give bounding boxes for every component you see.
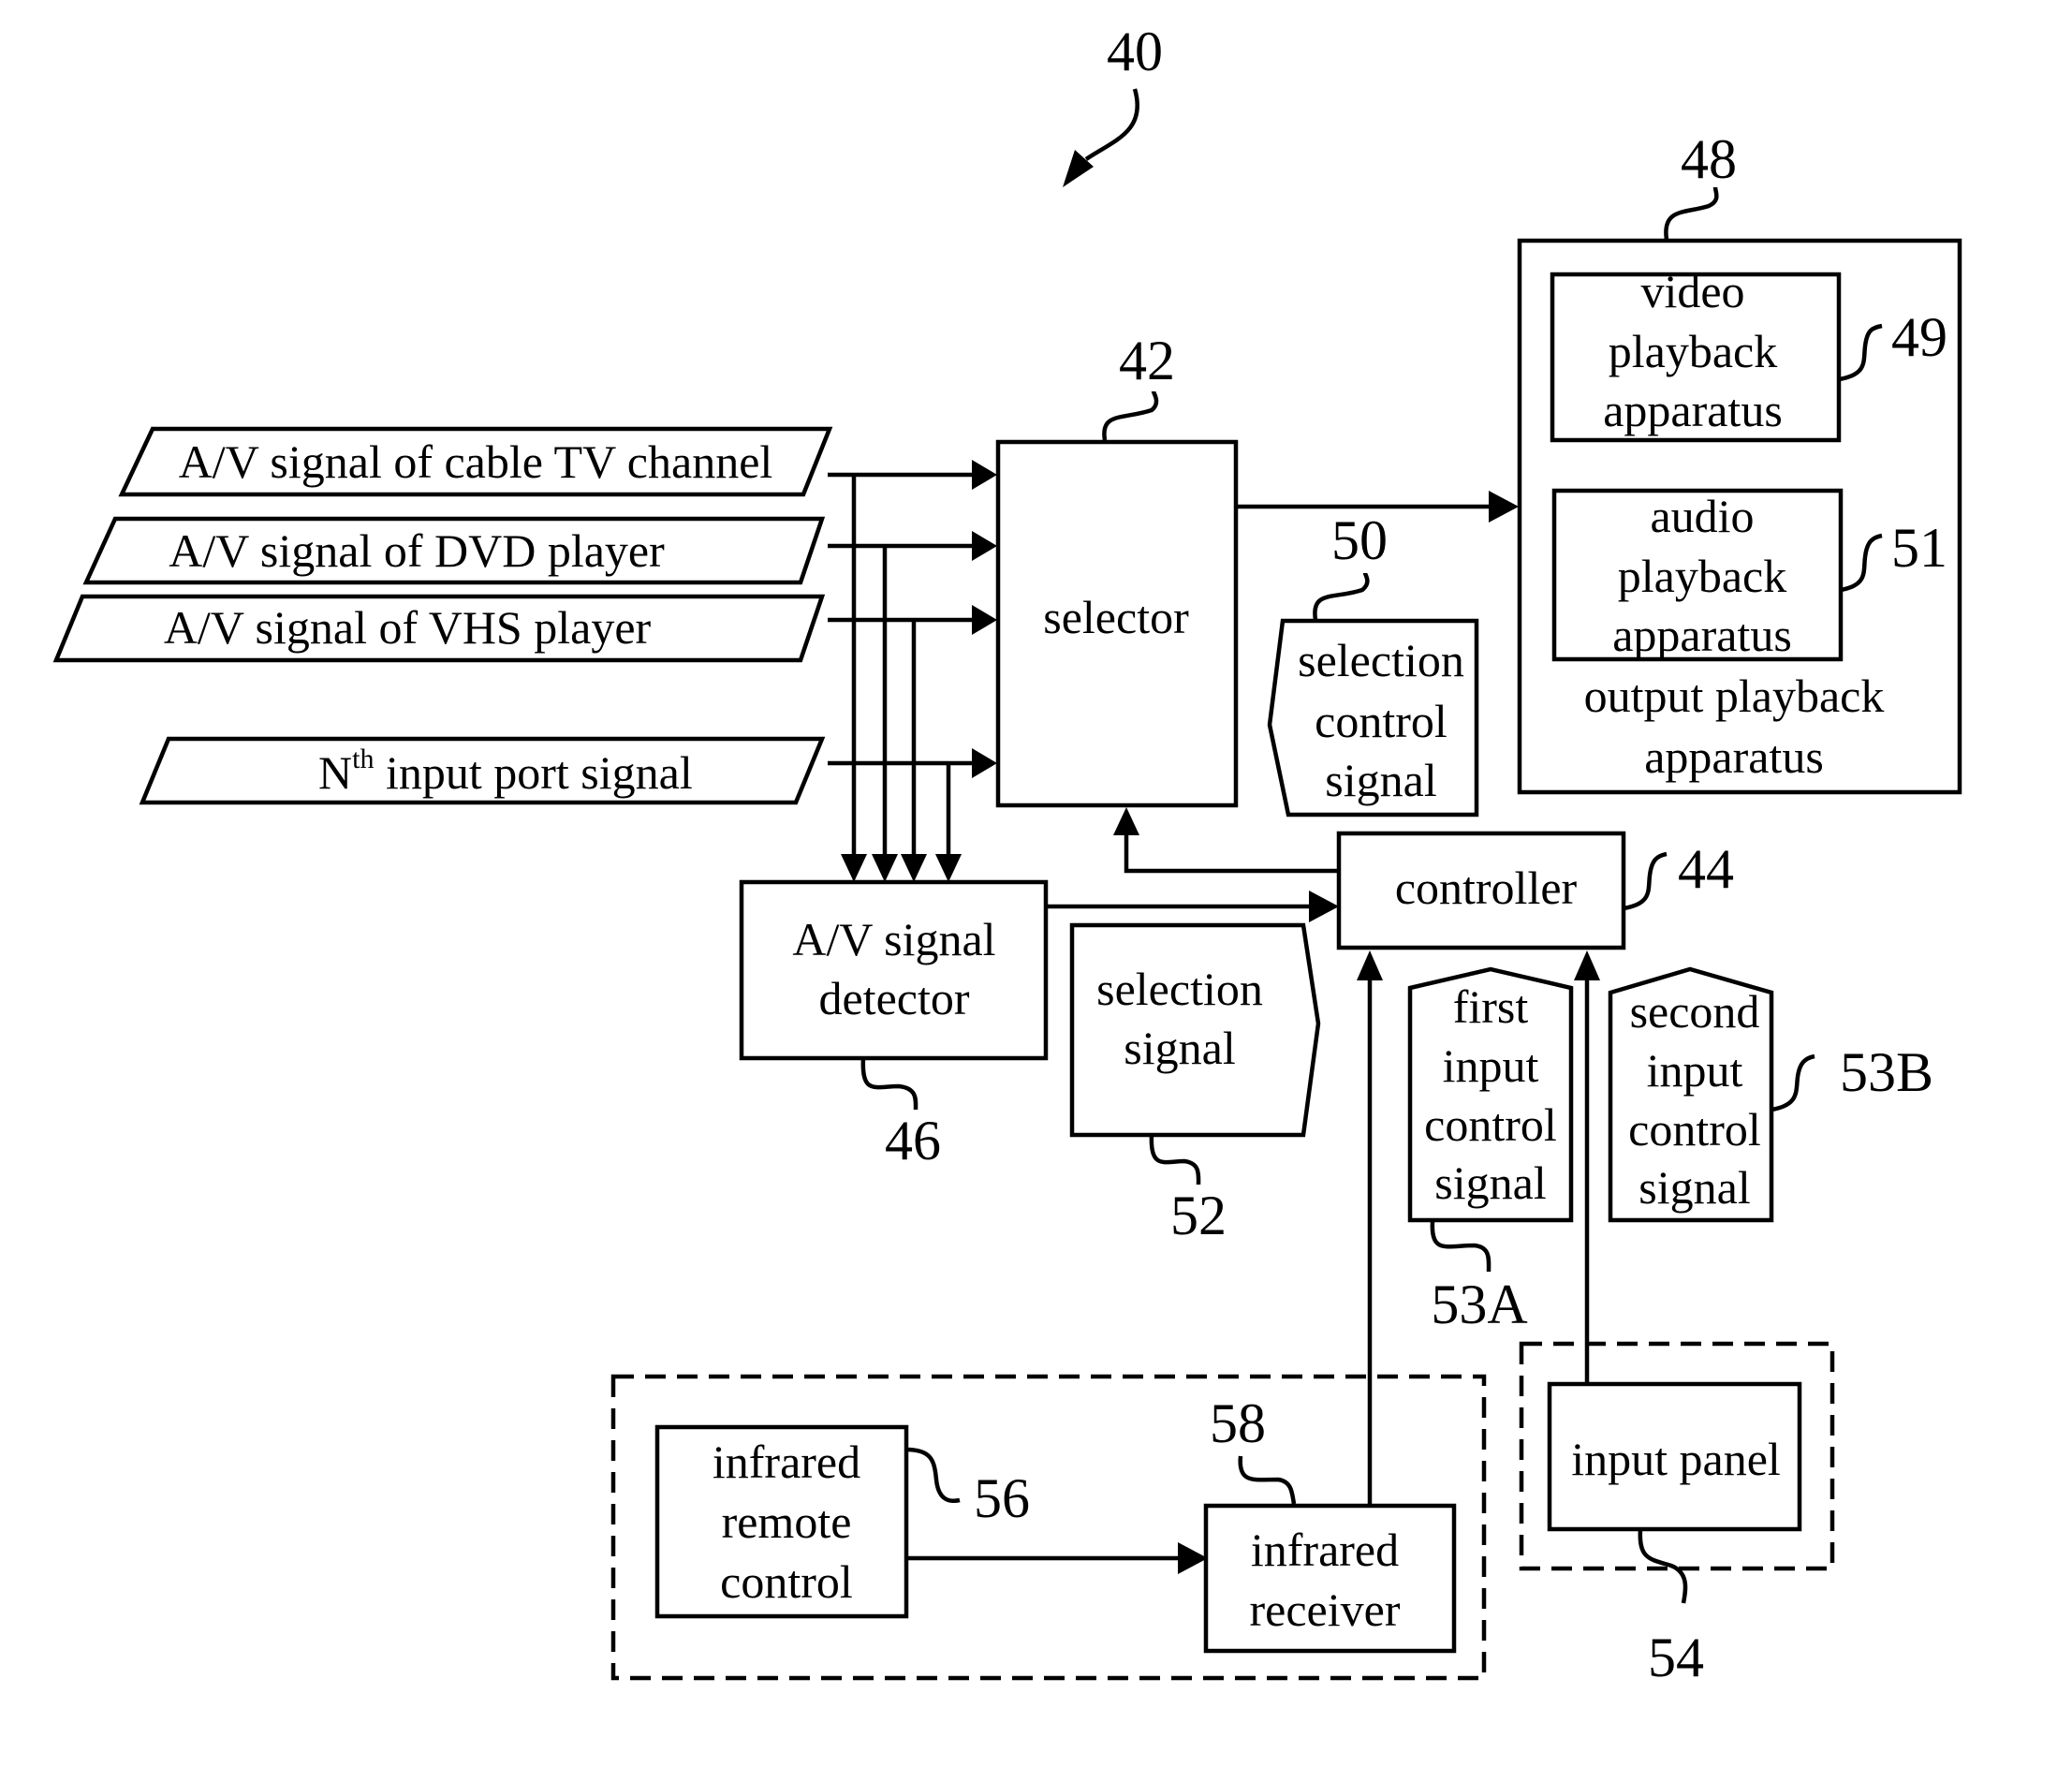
controller-label: controller: [1395, 862, 1578, 914]
audio-line-3: apparatus: [1612, 609, 1792, 661]
receiver-to-controller-arrowhead: [1357, 950, 1383, 980]
remote-line-1: infrared: [713, 1436, 860, 1488]
selector-ref-leader: [1102, 390, 1159, 441]
infrared-remote-control: infrared remote control 56: [654, 1424, 1030, 1619]
selection-control-ref: 50: [1331, 509, 1388, 571]
input-dvd: A/V signal of DVD player: [82, 516, 826, 585]
first-input-ref-leader: [1430, 1220, 1492, 1273]
input-panel: input panel 54: [1547, 1381, 1802, 1688]
selection-control-ref-leader: [1313, 572, 1370, 621]
audio-ref: 51: [1891, 517, 1947, 579]
receiver-ref: 58: [1210, 1392, 1266, 1454]
second-input-line-3: control: [1628, 1103, 1761, 1156]
video-ref: 49: [1891, 306, 1947, 368]
second-input-ref-leader: [1771, 1053, 1815, 1112]
selection-signal: selection signal 52: [1069, 922, 1321, 1246]
selection-control-line-1: selection: [1298, 634, 1464, 686]
controller-block: controller 44: [1336, 831, 1734, 950]
input-panel-ref-leader: [1638, 1528, 1688, 1604]
selection-signal-ref: 52: [1170, 1185, 1227, 1246]
first-input-line-4: signal: [1434, 1156, 1546, 1209]
first-input-line-1: first: [1453, 980, 1529, 1033]
second-input-line-4: signal: [1638, 1161, 1750, 1214]
first-input-line-3: control: [1424, 1098, 1557, 1151]
first-input-control-signal: first input control signal 53A: [1407, 966, 1574, 1335]
selection-signal-line-1: selection: [1096, 963, 1263, 1015]
output-playback-apparatus: 48 output playback apparatus video playb…: [1517, 128, 1962, 795]
remote-to-receiver-arrowhead: [1178, 1542, 1208, 1574]
block-diagram: 40 A/V signal of cable TV channel A/V si…: [52, 21, 1962, 1688]
video-line-1: video: [1640, 265, 1744, 317]
controller-ref: 44: [1678, 838, 1734, 900]
output-ref-leader: [1664, 186, 1719, 241]
detector-ref-leader: [860, 1057, 918, 1111]
input-cable-tv-label: A/V signal of cable TV channel: [179, 435, 773, 488]
output-label-line-2: apparatus: [1644, 730, 1824, 783]
detector-to-controller-arrowhead: [1309, 891, 1339, 922]
remote-line-3: control: [720, 1555, 853, 1608]
receiver-line-2: receiver: [1250, 1583, 1401, 1636]
input-panel-ref: 54: [1648, 1627, 1704, 1688]
remote-ref: 56: [974, 1467, 1030, 1529]
controller-to-selector-wire: [1124, 833, 1339, 874]
receiver-ref-leader: [1238, 1455, 1297, 1505]
audio-line-2: playback: [1618, 550, 1786, 602]
selection-control-line-3: signal: [1325, 754, 1436, 806]
selection-control-line-2: control: [1315, 695, 1447, 747]
detector-line-1: A/V signal: [792, 913, 995, 965]
input-cable-tv: A/V signal of cable TV channel: [118, 426, 833, 497]
audio-line-1: audio: [1650, 490, 1754, 542]
infrared-receiver: infrared receiver 58: [1203, 1392, 1457, 1654]
second-input-control-signal: second input control signal 53B: [1608, 966, 1933, 1223]
second-input-line-1: second: [1630, 985, 1760, 1038]
selector-block: selector 42: [995, 330, 1239, 808]
input-vhs-label: A/V signal of VHS player: [164, 601, 652, 654]
input-panel-label: input panel: [1571, 1433, 1781, 1485]
controller-to-selector-arrowhead: [1113, 807, 1139, 835]
selector-output-arrowhead: [1489, 491, 1519, 523]
selection-control-signal: selection control signal 50: [1267, 509, 1479, 817]
input-nth-port: Nth input port signal: [139, 736, 826, 805]
input-wires: [828, 460, 997, 882]
first-input-line-2: input: [1443, 1039, 1539, 1092]
selection-signal-ref-leader: [1149, 1134, 1201, 1186]
video-line-3: apparatus: [1603, 384, 1783, 436]
receiver-line-1: infrared: [1251, 1524, 1399, 1576]
controller-ref-leader: [1623, 851, 1668, 911]
remote-line-2: remote: [722, 1495, 852, 1548]
second-input-line-2: input: [1647, 1044, 1743, 1097]
selector-ref: 42: [1119, 330, 1175, 391]
selector-label: selector: [1043, 591, 1189, 643]
input-vhs: A/V signal of VHS player: [52, 594, 826, 663]
output-ref: 48: [1681, 128, 1737, 190]
selection-signal-line-2: signal: [1124, 1022, 1235, 1074]
figure-number: 40: [1107, 21, 1163, 82]
output-label-line-1: output playback: [1584, 670, 1885, 722]
remote-ref-leader: [905, 1447, 961, 1503]
panel-to-controller-arrowhead: [1574, 950, 1600, 980]
detector-ref: 46: [885, 1110, 941, 1171]
first-input-ref: 53A: [1431, 1274, 1527, 1335]
video-line-2: playback: [1609, 325, 1777, 377]
input-dvd-label: A/V signal of DVD player: [169, 524, 665, 577]
detector-line-2: detector: [818, 972, 969, 1024]
figure-pointer: [1084, 88, 1139, 161]
second-input-ref: 53B: [1840, 1041, 1933, 1103]
av-signal-detector: A/V signal detector 46: [739, 879, 1049, 1171]
input-nth-label: Nth input port signal: [318, 744, 693, 799]
